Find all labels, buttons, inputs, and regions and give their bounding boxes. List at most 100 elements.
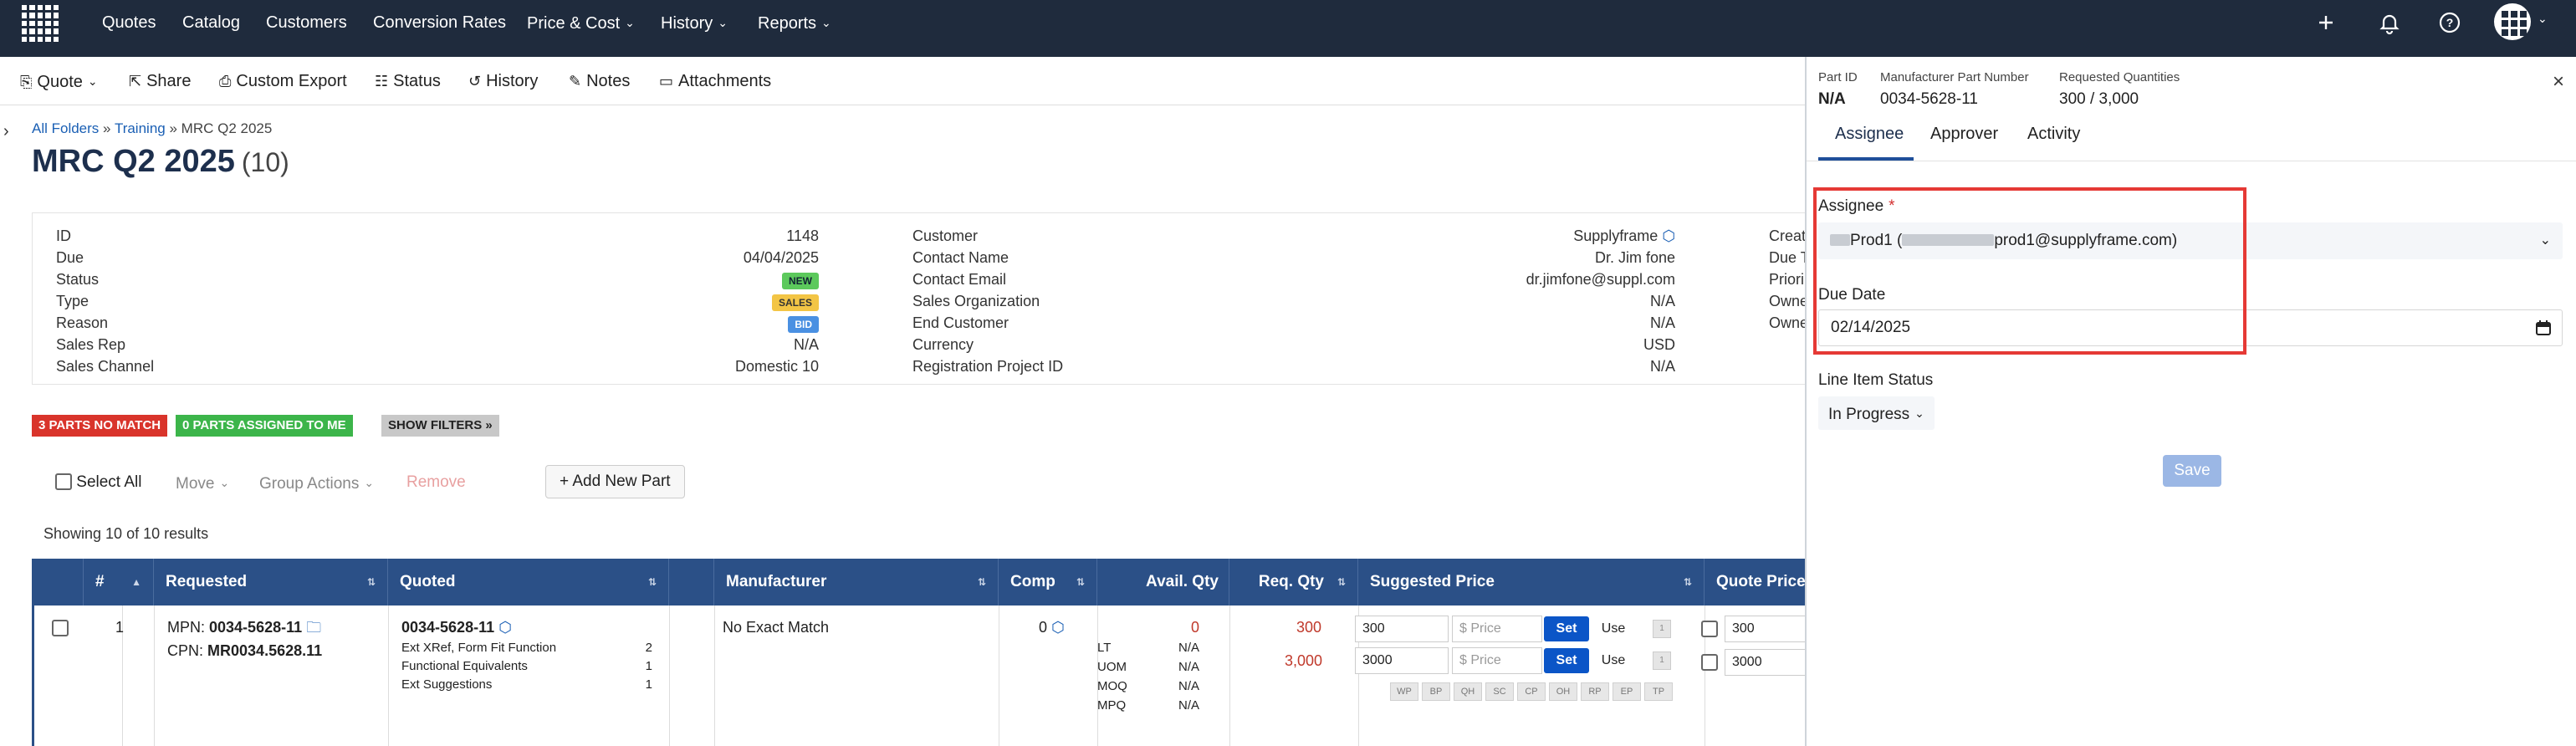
quote-menu-label: Quote <box>37 73 83 91</box>
tab-activity[interactable]: Activity <box>2027 122 2080 146</box>
price-source-tag[interactable]: EP <box>1613 682 1641 701</box>
use-price-button[interactable]: Use <box>1592 616 1634 641</box>
col-number[interactable]: # ▲ <box>84 559 154 605</box>
col-comp-label: Comp <box>1010 573 1055 590</box>
row-checkbox[interactable] <box>52 620 69 636</box>
breadcrumb-separator: » <box>103 120 111 136</box>
custom-export-button[interactable]: ⎙ Custom Export <box>219 70 347 92</box>
app-logo-icon[interactable] <box>22 5 59 42</box>
col-avail-qty[interactable]: Avail. Qty <box>1097 559 1229 605</box>
nav-conversion-rates[interactable]: Conversion Rates <box>373 12 506 33</box>
col-comp[interactable]: Comp ⇅ <box>999 559 1097 605</box>
quote-menu-button[interactable]: ⎘ Quote ⌄ <box>20 70 98 93</box>
price-source-tag[interactable]: CP <box>1517 682 1546 701</box>
status-button[interactable]: ☷ Status <box>375 70 441 92</box>
parts-assigned-filter[interactable]: 0 PARTS ASSIGNED TO ME <box>176 415 353 437</box>
tab-assignee[interactable]: Assignee <box>1835 122 1904 146</box>
suggested-qty-input[interactable]: 300 <box>1355 616 1449 642</box>
info-row: Status NEW <box>56 268 819 290</box>
suggested-price-input[interactable]: $ Price <box>1452 647 1542 674</box>
suggested-price-input[interactable]: $ Price <box>1452 616 1542 642</box>
share-button[interactable]: ⇱ Share <box>129 70 191 92</box>
plus-icon[interactable] <box>2312 8 2340 37</box>
avail-detail: LT N/A <box>1097 639 1199 657</box>
quote-price-checkbox[interactable] <box>1701 654 1718 671</box>
help-icon[interactable]: ? <box>2435 8 2464 37</box>
folder-icon[interactable]: 🗀 <box>306 619 321 636</box>
col-req-qty[interactable]: Req. Qty ⇅ <box>1229 559 1358 605</box>
price-source-tag[interactable]: OH <box>1549 682 1577 701</box>
col-req-qty-label: Req. Qty <box>1258 573 1324 590</box>
bulk-actions-bar: Select All Move ⌄ Group Actions ⌄ Remove +… <box>42 463 1805 502</box>
price-info-button[interactable]: 1 <box>1653 651 1671 670</box>
customer-value[interactable]: Supplyframe ⬡ <box>1573 225 1675 247</box>
remove-button[interactable]: Remove <box>406 470 466 495</box>
col-suggested-price[interactable]: Suggested Price ⇅ <box>1358 559 1705 605</box>
close-icon[interactable]: × <box>2553 70 2564 94</box>
price-source-tag[interactable]: QH <box>1454 682 1482 701</box>
calendar-icon[interactable] <box>2535 319 2552 336</box>
avail-qty-value: 0 <box>1191 619 1200 636</box>
nav-catalog[interactable]: Catalog <box>182 12 240 33</box>
col-manufacturer[interactable]: Manufacturer ⇅ <box>714 559 999 605</box>
nav-customers[interactable]: Customers <box>266 12 347 33</box>
chevron-down-icon[interactable]: ⌄ <box>2538 12 2548 26</box>
nav-history[interactable]: History ⌄ <box>661 12 728 34</box>
nav-quotes[interactable]: Quotes <box>102 12 156 33</box>
comp-value[interactable]: 0 ⬡ <box>1039 617 1065 637</box>
quote-price-input[interactable]: 300 <box>1725 616 1805 642</box>
apps-icon[interactable] <box>2494 3 2531 40</box>
quote-price-checkbox[interactable] <box>1701 621 1718 637</box>
avail-value: N/A <box>1178 660 1199 674</box>
quoted-alt-line[interactable]: Ext XRef, Form Fit Function 2 <box>401 639 652 657</box>
tab-approver[interactable]: Approver <box>1930 122 1998 146</box>
suggested-qty-input[interactable]: 3000 <box>1355 647 1449 674</box>
group-actions-dropdown[interactable]: Group Actions ⌄ <box>259 470 374 497</box>
status-label: Status <box>393 72 441 90</box>
breadcrumb-all-folders[interactable]: All Folders <box>32 120 99 136</box>
select-all-checkbox[interactable] <box>55 473 72 490</box>
history-button[interactable]: ↺ History <box>468 70 538 92</box>
column-divider <box>1229 605 1230 746</box>
price-source-tag[interactable]: TP <box>1644 682 1673 701</box>
nav-reports[interactable]: Reports ⌄ <box>758 12 831 34</box>
info-value: 04/04/2025 <box>743 249 819 266</box>
set-price-button[interactable]: Set <box>1544 616 1589 641</box>
info-key: Due <box>56 249 84 266</box>
info-key: Registration Project ID <box>912 358 1064 375</box>
notes-button[interactable]: ✎ Notes <box>569 70 630 92</box>
col-quote-price[interactable]: Quote Price <box>1705 559 1806 605</box>
show-filters-button[interactable]: SHOW FILTERS » <box>381 415 499 437</box>
use-price-button[interactable]: Use <box>1592 648 1634 673</box>
chevron-down-icon: ⌄ <box>87 74 98 88</box>
save-button[interactable]: Save <box>2163 455 2221 487</box>
line-item-status-select[interactable]: In Progress ⌄ <box>1818 396 1935 430</box>
attachments-button[interactable]: ▭ Attachments <box>659 70 771 92</box>
breadcrumb-training[interactable]: Training <box>115 120 166 136</box>
price-source-tag[interactable]: WP <box>1390 682 1418 701</box>
info-row: Due T <box>1769 247 1806 268</box>
status-badge: NEW <box>782 273 819 289</box>
price-info-button[interactable]: 1 <box>1653 620 1671 638</box>
nav-price-cost-label: Price & Cost <box>527 14 621 33</box>
price-source-tag[interactable]: RP <box>1581 682 1609 701</box>
col-requested[interactable]: Requested ⇅ <box>154 559 388 605</box>
parts-no-match-filter[interactable]: 3 PARTS NO MATCH <box>32 415 168 437</box>
quoted-part[interactable]: 0034-5628-11 ⬡ <box>401 617 512 637</box>
info-key: Sales Rep <box>56 336 126 353</box>
sidebar-expand-icon[interactable]: › <box>3 122 9 141</box>
price-source-tag[interactable]: SC <box>1485 682 1514 701</box>
select-all-control[interactable]: Select All <box>55 470 141 495</box>
move-dropdown[interactable]: Move ⌄ <box>176 470 229 497</box>
bell-icon[interactable] <box>2375 8 2404 37</box>
sort-icon: ⇅ <box>1683 576 1692 588</box>
set-price-button[interactable]: Set <box>1544 648 1589 673</box>
price-source-tag[interactable]: BP <box>1422 682 1450 701</box>
quoted-alt-line[interactable]: Ext Suggestions 1 <box>401 676 652 694</box>
breadcrumb-current: MRC Q2 2025 <box>181 120 273 136</box>
quoted-alt-line[interactable]: Functional Equivalents 1 <box>401 657 652 676</box>
quote-price-input[interactable]: 3000 <box>1725 649 1805 676</box>
col-quoted[interactable]: Quoted ⇅ <box>388 559 669 605</box>
add-new-part-button[interactable]: + Add New Part <box>545 465 685 498</box>
nav-price-cost[interactable]: Price & Cost ⌄ <box>527 12 635 34</box>
